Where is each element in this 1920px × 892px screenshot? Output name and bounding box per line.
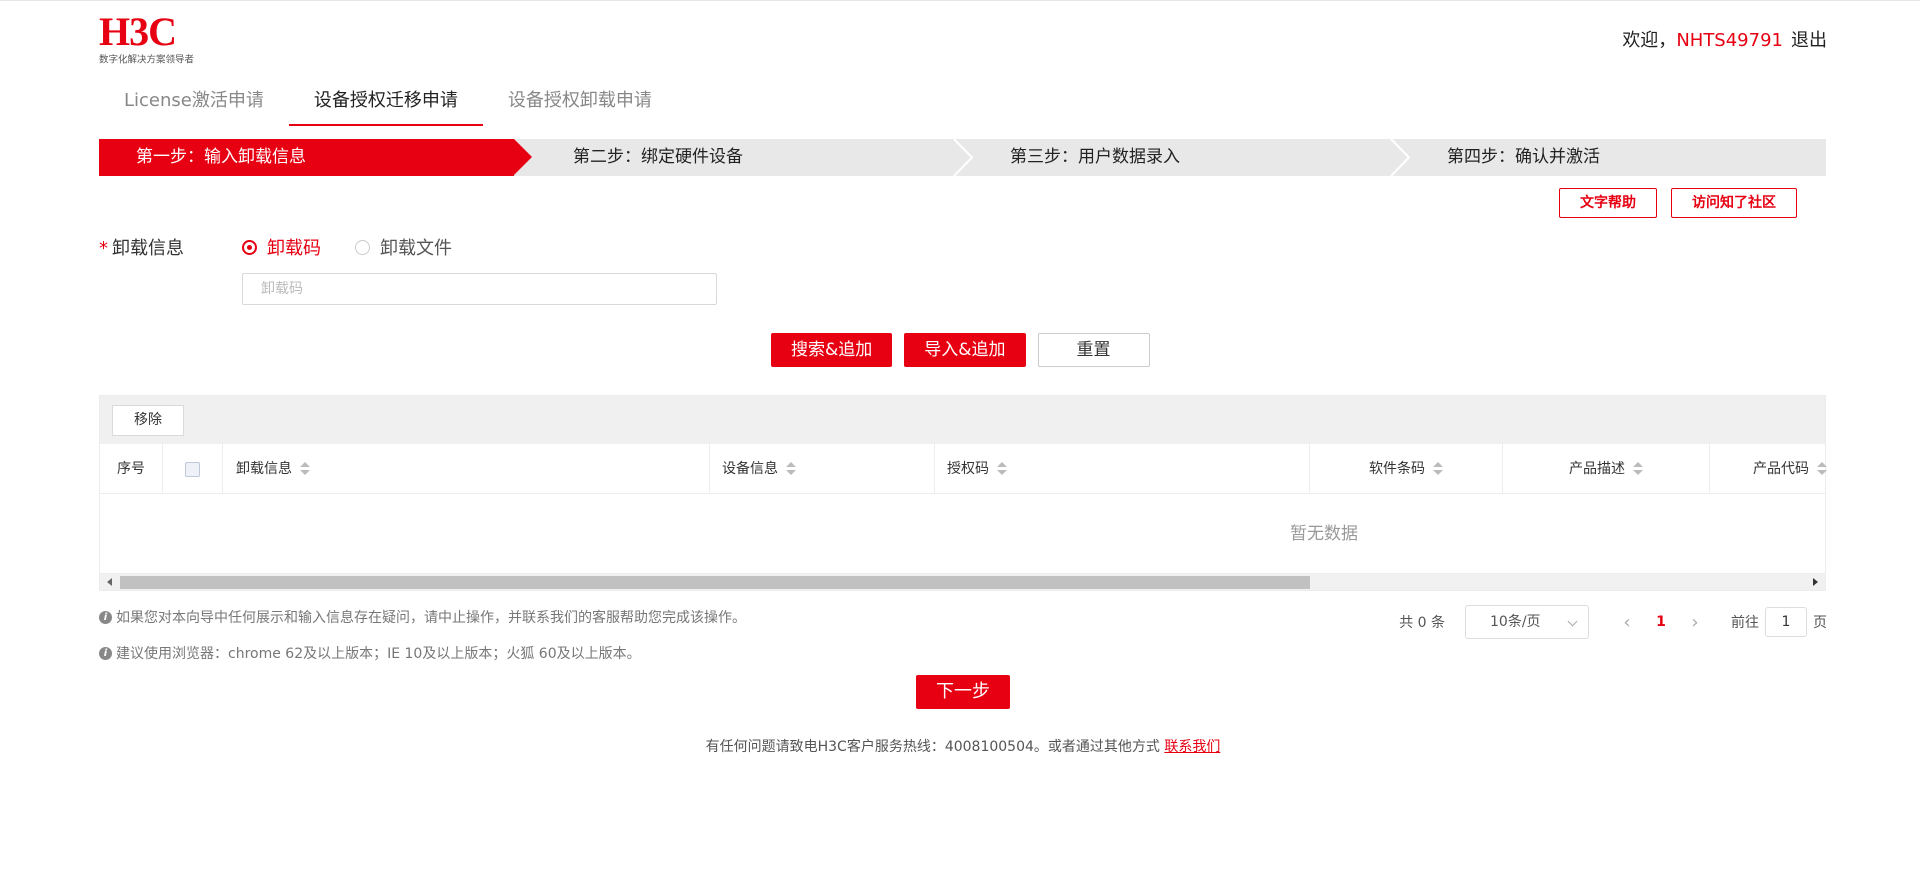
step-2: 第二步：绑定硬件设备 <box>573 147 743 167</box>
col-product-desc[interactable]: 产品描述 <box>1503 444 1710 494</box>
welcome-text: 欢迎， <box>1622 30 1677 51</box>
step-separator <box>1390 139 1411 176</box>
col-label: 软件条码 <box>1369 461 1425 477</box>
col-label: 设备信息 <box>722 461 778 477</box>
note-browser: i 建议使用浏览器：chrome 62及以上版本；IE 10及以上版本；火狐 6… <box>99 643 641 663</box>
radio-uninstall-code[interactable]: 卸载码 <box>242 234 321 260</box>
goto-page-input[interactable] <box>1765 607 1807 637</box>
col-device-info[interactable]: 设备信息 <box>710 444 935 494</box>
note-help: i 如果您对本向导中任何展示和输入信息存在疑问，请中止操作，并联系我们的客服帮助… <box>99 607 746 627</box>
col-label: 产品描述 <box>1569 461 1625 477</box>
horizontal-scrollbar[interactable] <box>100 573 1825 590</box>
page-unit: 页 <box>1813 615 1827 631</box>
col-uninstall-info[interactable]: 卸载信息 <box>223 444 710 494</box>
col-index: 序号 <box>100 444 163 494</box>
step-separator <box>953 139 974 176</box>
scroll-right-icon[interactable] <box>1813 578 1818 586</box>
sort-icon[interactable] <box>786 462 796 476</box>
community-button[interactable]: 访问知了社区 <box>1671 188 1797 218</box>
step-3: 第三步：用户数据录入 <box>1010 147 1180 167</box>
sort-icon[interactable] <box>300 462 310 476</box>
text-help-button[interactable]: 文字帮助 <box>1559 188 1657 218</box>
logo-slogan: 数字化解决方案领导者 <box>99 54 194 66</box>
page-size-select[interactable]: 10条/页 <box>1465 605 1589 639</box>
uninstall-table: 移除 序号 卸载信息 设备信息 授权码 软件条码 产品描述 产品代码 暂无数据 <box>99 395 1827 591</box>
col-label: 卸载信息 <box>236 461 292 477</box>
col-select-all <box>163 444 223 494</box>
help-buttons: 文字帮助 访问知了社区 <box>1559 188 1797 218</box>
tab-device-uninstall[interactable]: 设备授权卸载申请 <box>483 84 677 126</box>
uninstall-info-label: * 卸载信息 <box>99 234 184 260</box>
goto-label: 前往 <box>1731 615 1759 631</box>
total-count: 共 0 条 <box>1399 615 1445 631</box>
required-mark: * <box>99 238 108 259</box>
step-progress: 第一步：输入卸载信息 第二步：绑定硬件设备 第三步：用户数据录入 第四步：确认并… <box>99 139 1826 176</box>
col-label: 产品代码 <box>1753 461 1809 477</box>
info-icon: i <box>99 610 112 624</box>
info-icon: i <box>99 646 112 660</box>
apply-tabs: License激活申请 设备授权迁移申请 设备授权卸载申请 <box>99 84 677 126</box>
table-empty-row: 暂无数据 <box>100 494 1825 569</box>
table-toolbar: 移除 <box>100 396 1825 444</box>
tab-license-activation[interactable]: License激活申请 <box>99 84 289 126</box>
sort-icon[interactable] <box>1817 462 1827 476</box>
radio-label: 卸载文件 <box>380 238 452 259</box>
note-text: 如果您对本向导中任何展示和输入信息存在疑问，请中止操作，并联系我们的客服帮助您完… <box>116 610 746 626</box>
logout-link[interactable]: 退出 <box>1791 30 1827 51</box>
step-1-arrow <box>514 139 532 175</box>
col-software-barcode[interactable]: 软件条码 <box>1310 444 1503 494</box>
remove-button[interactable]: 移除 <box>112 405 184 436</box>
sort-icon[interactable] <box>997 462 1007 476</box>
sort-icon[interactable] <box>1433 462 1443 476</box>
username[interactable]: NHTS49791 <box>1676 30 1783 51</box>
select-all-checkbox[interactable] <box>185 461 200 477</box>
search-add-button[interactable]: 搜索&追加 <box>771 333 893 367</box>
footer-text: 有任何问题请致电H3C客户服务热线：4008100504。或者通过其他方式 <box>705 739 1165 755</box>
radio-unchecked-icon <box>355 239 370 255</box>
radio-label: 卸载码 <box>267 238 321 259</box>
reset-button[interactable]: 重置 <box>1037 333 1150 367</box>
empty-text: 暂无数据 <box>1290 524 1358 544</box>
scroll-left-icon[interactable] <box>107 578 112 586</box>
uninstall-type-radio-group: 卸载码 卸载文件 <box>242 234 452 260</box>
note-text: 建议使用浏览器：chrome 62及以上版本；IE 10及以上版本；火狐 60及… <box>116 646 641 662</box>
contact-us-link[interactable]: 联系我们 <box>1164 739 1220 755</box>
tab-device-migration[interactable]: 设备授权迁移申请 <box>288 84 483 126</box>
logo-mark: H3C <box>99 9 177 54</box>
h3c-logo[interactable]: H3C 数字化解决方案领导者 <box>99 9 219 66</box>
radio-checked-icon <box>242 239 257 255</box>
import-add-button[interactable]: 导入&追加 <box>904 333 1026 367</box>
page-container: H3C 数字化解决方案领导者 欢迎，NHTS49791 退出 License激活申… <box>99 0 1827 892</box>
pagination: 共 0 条 10条/页 ‹ 1 › 前往 页 <box>1399 605 1827 639</box>
col-auth-code[interactable]: 授权码 <box>935 444 1310 494</box>
table-header: 序号 卸载信息 设备信息 授权码 软件条码 产品描述 产品代码 <box>100 444 1827 494</box>
scroll-thumb[interactable] <box>120 576 1310 589</box>
uninstall-code-input[interactable] <box>242 273 717 305</box>
step-4: 第四步：确认并激活 <box>1447 147 1600 167</box>
radio-uninstall-file[interactable]: 卸载文件 <box>355 234 452 260</box>
step-1: 第一步：输入卸载信息 <box>99 139 514 176</box>
col-label: 授权码 <box>947 461 989 477</box>
user-bar: 欢迎，NHTS49791 退出 <box>1622 26 1827 52</box>
footer: 有任何问题请致电H3C客户服务热线：4008100504。或者通过其他方式 联系… <box>99 736 1827 756</box>
col-product-code[interactable]: 产品代码 <box>1710 444 1827 494</box>
next-page-icon[interactable]: › <box>1681 612 1709 633</box>
prev-page-icon[interactable]: ‹ <box>1613 612 1641 633</box>
next-step-button[interactable]: 下一步 <box>916 675 1010 709</box>
page-number[interactable]: 1 <box>1641 614 1681 630</box>
action-buttons: 搜索&追加 导入&追加 重置 <box>771 333 1150 367</box>
sort-icon[interactable] <box>1633 462 1643 476</box>
form-label-text: 卸载信息 <box>112 238 184 259</box>
